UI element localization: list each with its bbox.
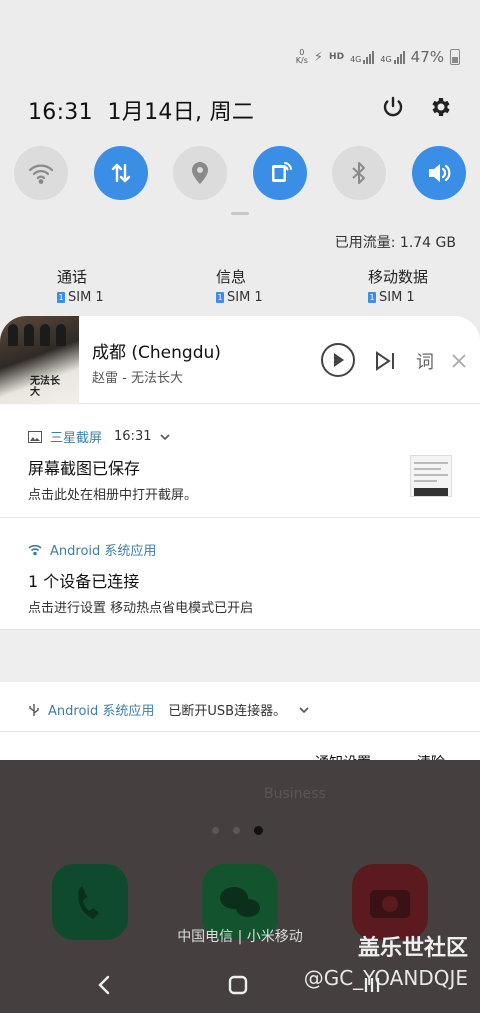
album-art: 无法长大 xyxy=(0,316,79,404)
close-button[interactable] xyxy=(448,350,470,372)
sim-calls[interactable]: 通话 1 SIM 1 xyxy=(57,266,104,305)
bluetooth-icon xyxy=(352,162,366,184)
home-dot-icon xyxy=(233,827,240,834)
signal-sim1-icon: 4G xyxy=(350,50,375,64)
usb-icon xyxy=(29,703,39,716)
chevron-down-icon[interactable] xyxy=(159,433,171,441)
sim-mobile-data[interactable]: 移动数据 1 SIM 1 xyxy=(368,266,428,305)
notification-panel: 无法长大 成都 (Chengdu) 赵雷 - 无法长大 词 三星截屏 16:31… xyxy=(0,316,480,790)
location-pin-icon xyxy=(192,162,209,184)
app-name: Android 系统应用 xyxy=(50,544,157,559)
home-screen: Business 中国电信 | 小米移动 盖乐世社区 @GC_YOANDQJE xyxy=(0,760,480,1013)
network-speed: 0 K/s xyxy=(295,48,308,65)
wifi-icon xyxy=(28,544,42,555)
recents-icon xyxy=(364,978,380,992)
status-bar: 0 K/s ⚡ HD 4G 4G 47% xyxy=(296,48,460,66)
hd-badge: HD xyxy=(329,52,345,62)
sim-badge-icon: 1 xyxy=(216,292,224,303)
notification-title: 屏幕截图已保存 xyxy=(28,459,141,478)
next-button[interactable] xyxy=(372,348,398,374)
battery-percent: 47% xyxy=(410,48,444,66)
location-toggle[interactable] xyxy=(173,146,228,200)
clock-date[interactable]: 16:31 1月14日, 周二 xyxy=(28,94,254,126)
bluetooth-toggle[interactable] xyxy=(332,146,387,200)
sound-toggle[interactable] xyxy=(411,146,466,200)
power-icon[interactable] xyxy=(378,92,408,122)
speaker-icon xyxy=(428,164,451,182)
media-notification[interactable]: 无法长大 成都 (Chengdu) 赵雷 - 无法长大 词 xyxy=(0,316,480,404)
home-button[interactable] xyxy=(218,970,258,1000)
skip-next-icon xyxy=(376,351,394,371)
wifi-icon xyxy=(28,164,54,184)
page-indicator xyxy=(212,826,263,835)
close-icon xyxy=(452,354,466,368)
wifi-toggle[interactable] xyxy=(14,146,68,200)
sim-badge-icon: 1 xyxy=(368,292,376,303)
notification-time: 16:31 xyxy=(114,429,152,444)
screenshot-thumbnail xyxy=(410,455,452,497)
song-artist: 赵雷 - 无法长大 xyxy=(92,371,183,386)
chevron-down-icon[interactable] xyxy=(298,706,310,714)
notification-title: 1 个设备已连接 xyxy=(28,572,140,591)
signal-sim2-icon: 4G xyxy=(380,50,405,64)
sim-messages[interactable]: 信息 1 SIM 1 xyxy=(216,266,263,305)
clock[interactable]: 16:31 xyxy=(28,100,93,125)
home-icon xyxy=(228,975,248,995)
menu-dot-icon xyxy=(212,827,219,834)
sim-badge-icon: 1 xyxy=(57,292,65,303)
folder-label: Business xyxy=(264,786,326,802)
page-dot-icon xyxy=(254,826,263,835)
mobile-data-toggle[interactable] xyxy=(93,146,148,200)
data-saver-icon: ⚡ xyxy=(313,49,324,65)
notification-body: 点击此处在相册中打开截屏。 xyxy=(28,488,198,503)
drag-handle[interactable] xyxy=(231,212,249,215)
recents-button[interactable] xyxy=(352,970,392,1000)
album-cover-text: 无法长大 xyxy=(30,376,60,398)
back-icon xyxy=(98,975,110,995)
arrows-updown-icon xyxy=(111,163,130,183)
quick-settings xyxy=(14,146,466,200)
hotspot-toggle[interactable] xyxy=(252,146,307,200)
image-icon xyxy=(28,430,42,443)
data-usage: 已用流量: 1.74 GB xyxy=(334,235,456,251)
watermark-title: 盖乐世社区 xyxy=(357,936,468,961)
notification-body: 点击进行设置 移动热点省电模式已开启 xyxy=(28,601,254,616)
play-icon xyxy=(321,343,355,377)
hotspot-icon xyxy=(271,162,292,182)
settings-gear-icon[interactable] xyxy=(425,92,455,122)
app-name: Android 系统应用 xyxy=(48,704,155,719)
play-button[interactable] xyxy=(320,342,356,378)
date[interactable]: 1月14日, 周二 xyxy=(108,100,255,125)
battery-icon xyxy=(450,49,460,65)
lyrics-button[interactable]: 词 xyxy=(412,348,438,374)
back-button[interactable] xyxy=(84,970,124,1000)
screenshot-notification[interactable]: 三星截屏 16:31 屏幕截图已保存 点击此处在相册中打开截屏。 xyxy=(0,405,480,518)
song-title: 成都 (Chengdu) xyxy=(92,343,221,363)
notification-gap xyxy=(0,630,480,682)
notification-text: 已断开USB连接器。 xyxy=(168,704,287,719)
hotspot-notification[interactable]: Android 系统应用 1 个设备已连接 点击进行设置 移动热点省电模式已开启 xyxy=(0,518,480,630)
app-name: 三星截屏 xyxy=(50,431,103,446)
usb-notification[interactable]: Android 系统应用 已断开USB连接器。 xyxy=(0,682,480,732)
